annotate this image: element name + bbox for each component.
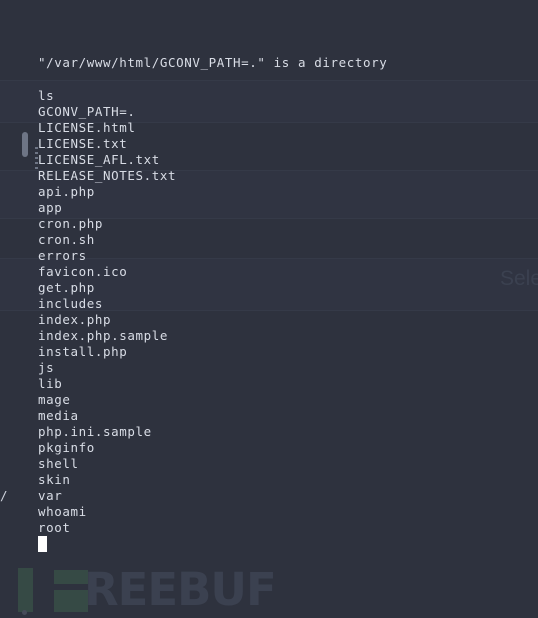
watermark-dot bbox=[22, 610, 27, 615]
terminal-output-line: app bbox=[38, 200, 63, 215]
terminal-output-line: cron.sh bbox=[38, 232, 95, 247]
terminal-header-message: "/var/www/html/GCONV_PATH=." is a direct… bbox=[38, 55, 388, 70]
terminal-output-line: RELEASE_NOTES.txt bbox=[38, 168, 177, 183]
scrollbar-thumb[interactable] bbox=[22, 132, 28, 157]
terminal-output-line: index.php.sample bbox=[38, 328, 169, 343]
separator-rule bbox=[0, 80, 538, 81]
terminal-output-line: install.php bbox=[38, 344, 128, 359]
terminal-output-line: errors bbox=[38, 248, 87, 263]
select-ghost-label: Sele bbox=[500, 267, 538, 290]
terminal-output-line: js bbox=[38, 360, 55, 375]
terminal-output: ls GCONV_PATH=. LICENSE.html LICENSE.txt LIC… bbox=[38, 88, 176, 536]
terminal-output-line: pkginfo bbox=[38, 440, 95, 455]
terminal-cursor bbox=[38, 536, 47, 552]
terminal-output-line: shell bbox=[38, 456, 79, 471]
terminal-output-line: LICENSE.html bbox=[38, 120, 136, 135]
terminal-output-line: root bbox=[38, 520, 71, 535]
terminal-output-line: LICENSE_AFL.txt bbox=[38, 152, 160, 167]
gutter-slash-glyph: / bbox=[0, 488, 8, 503]
terminal-output-line: cron.php bbox=[38, 216, 104, 231]
freebuf-f-logo-icon bbox=[18, 568, 88, 612]
terminal-output-line: get.php bbox=[38, 280, 95, 295]
terminal-output-line: ls bbox=[38, 88, 55, 103]
terminal-output-line: includes bbox=[38, 296, 104, 311]
terminal-output-line: media bbox=[38, 408, 79, 423]
drag-handle-icon[interactable] bbox=[35, 147, 39, 169]
terminal-output-line: GCONV_PATH=. bbox=[38, 104, 136, 119]
terminal-output-line: php.ini.sample bbox=[38, 424, 152, 439]
terminal-output-line: var bbox=[38, 488, 63, 503]
terminal-output-line: mage bbox=[38, 392, 71, 407]
terminal-screen: "/var/www/html/GCONV_PATH=." is a direct… bbox=[0, 0, 538, 618]
terminal-output-line: index.php bbox=[38, 312, 112, 327]
terminal-output-line: favicon.ico bbox=[38, 264, 128, 279]
freebuf-watermark: REEBUF bbox=[18, 563, 277, 616]
terminal-output-line: api.php bbox=[38, 184, 95, 199]
watermark-text: REEBUF bbox=[84, 563, 277, 616]
terminal-output-line: skin bbox=[38, 472, 71, 487]
terminal-output-line: whoami bbox=[38, 504, 87, 519]
terminal-output-line: LICENSE.txt bbox=[38, 136, 128, 151]
terminal-output-line: lib bbox=[38, 376, 63, 391]
